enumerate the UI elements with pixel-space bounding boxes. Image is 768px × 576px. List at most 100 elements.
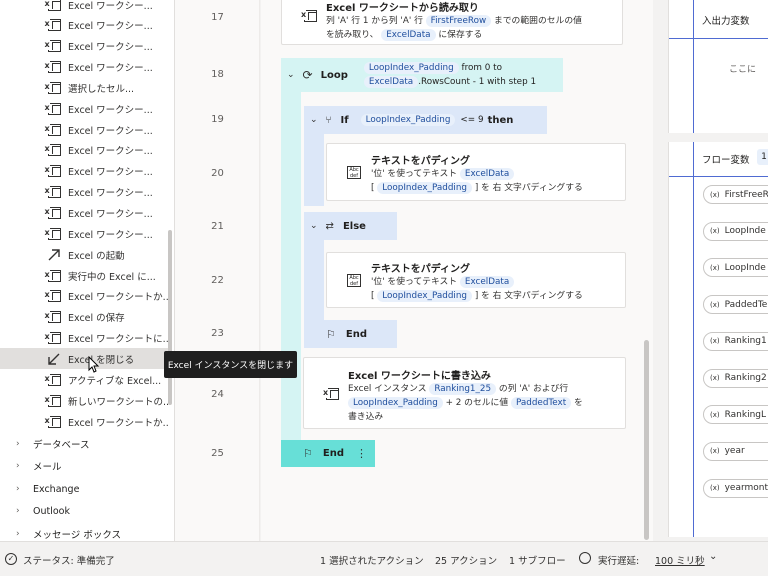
more-options-icon[interactable]: ⋮ bbox=[356, 447, 367, 460]
run-delay-value[interactable]: 100 ミリ秒 bbox=[655, 553, 705, 567]
flow-variable-item[interactable]: (x) LoopInde bbox=[703, 258, 768, 278]
action-title: Excel ワークシートから読み取り bbox=[326, 3, 479, 14]
action-item[interactable]: Excel ワークシートに... bbox=[0, 328, 168, 349]
flow-variable-item[interactable]: (x) Ranking1 bbox=[703, 331, 768, 351]
variable-icon: (x) bbox=[710, 374, 720, 382]
action-item[interactable]: Excel ワークシー... bbox=[0, 119, 168, 140]
flow-variable-item[interactable]: (x) Ranking2 bbox=[703, 368, 768, 388]
variable-icon: (x) bbox=[710, 300, 720, 309]
excel-icon bbox=[44, 394, 62, 408]
variable-token[interactable]: FirstFreeRow bbox=[425, 15, 492, 27]
io-variables-title: 入出力変数 bbox=[702, 16, 750, 27]
variable-token[interactable]: ExcelData bbox=[459, 276, 515, 288]
action-item[interactable]: Excel の起動 bbox=[0, 244, 168, 265]
group-database[interactable]: › データベース bbox=[16, 433, 90, 455]
actions-scrollbar[interactable] bbox=[168, 230, 172, 405]
end-keyword: End bbox=[322, 448, 344, 459]
variable-name: Ranking1 bbox=[724, 336, 767, 347]
action-text: '位' を使ってテキスト bbox=[371, 169, 458, 179]
launch-arrow-icon bbox=[46, 248, 62, 262]
action-item[interactable]: Excel ワークシー... bbox=[0, 15, 168, 36]
action-item[interactable]: Excel ワークシー... bbox=[0, 161, 168, 182]
action-item[interactable]: Excel ワークシー... bbox=[0, 203, 168, 224]
flow-variable-item[interactable]: (x) year bbox=[703, 441, 768, 461]
flow-variable-item[interactable]: (x) FirstFreeR bbox=[703, 185, 768, 204]
end-if-block[interactable]: ⚐ End bbox=[304, 320, 397, 348]
flow-variable-item[interactable]: (x) PaddedTe bbox=[703, 295, 768, 315]
group-exchange[interactable]: › Exchange bbox=[16, 478, 79, 500]
action-text: を読み取り、 bbox=[326, 30, 379, 40]
variable-name: Ranking2 bbox=[724, 373, 767, 383]
action-item[interactable]: Excel の保存 bbox=[0, 307, 168, 328]
action-text: に保存する bbox=[438, 30, 483, 40]
action-card-read-worksheet[interactable]: Excel ワークシートから読み取り 列 'A' 行 1 から列 'A' 行 F… bbox=[281, 0, 623, 45]
loop-block-header[interactable]: ⌄ ⟳ Loop LoopIndex_Padding from 0 to Exc… bbox=[281, 58, 563, 92]
group-mail[interactable]: › メール bbox=[16, 455, 62, 477]
action-item[interactable]: Excel ワークシー... bbox=[0, 98, 168, 119]
action-item[interactable]: アクティブな Excel... bbox=[0, 369, 168, 390]
variable-token[interactable]: LoopIndex_Padding bbox=[363, 62, 459, 74]
action-title: テキストをパディング bbox=[371, 264, 470, 275]
action-card-pad-text[interactable]: Abc def テキストをパディング '位' を使ってテキスト ExcelData… bbox=[326, 252, 626, 308]
variable-icon: (x) bbox=[710, 263, 720, 272]
chevron-right-icon: › bbox=[16, 506, 20, 516]
flow-variable-item[interactable]: (x) yearmont bbox=[703, 478, 768, 498]
pane-divider bbox=[669, 176, 768, 177]
pane-divider bbox=[669, 38, 768, 39]
group-outlook[interactable]: › Outlook bbox=[16, 500, 70, 522]
action-item[interactable]: Excel ワークシートか... bbox=[0, 286, 168, 307]
action-item[interactable]: 選択したセル... bbox=[0, 77, 168, 98]
variable-token[interactable]: ExcelData bbox=[363, 76, 419, 88]
action-item[interactable]: 実行中の Excel に... bbox=[0, 265, 168, 286]
excel-icon bbox=[44, 123, 62, 137]
variable-token[interactable]: LoopIndex_Padding bbox=[377, 290, 473, 302]
chevron-down-icon[interactable]: ⌄ bbox=[310, 115, 318, 125]
action-item[interactable]: Excel ワークシー... bbox=[0, 36, 168, 57]
excel-icon bbox=[44, 415, 62, 429]
action-item-label: Excel を閉じる bbox=[68, 354, 135, 366]
else-block-header[interactable]: ⌄ ⇄ Else bbox=[304, 212, 397, 240]
variable-token[interactable]: ExcelData bbox=[459, 168, 515, 180]
variable-token[interactable]: PaddedText bbox=[510, 397, 572, 409]
action-item[interactable]: Excel ワークシー... bbox=[0, 140, 168, 161]
excel-icon bbox=[44, 227, 62, 241]
if-block-header[interactable]: ⌄ ⑂ If LoopIndex_Padding <= 9 then bbox=[304, 106, 547, 134]
variable-icon: (x) bbox=[710, 447, 720, 456]
action-item[interactable]: Excel ワークシートか... bbox=[0, 411, 168, 432]
status-bar: ✓ ステータス: 準備完了 1 選択されたアクション 25 アクション 1 サブ… bbox=[0, 541, 768, 576]
action-item[interactable]: Excel ワークシー... bbox=[0, 182, 168, 203]
action-item-label: Excel ワークシー... bbox=[68, 209, 153, 220]
variable-token[interactable]: LoopIndex_Padding bbox=[377, 182, 473, 194]
action-text: [ bbox=[371, 183, 375, 193]
variable-icon: (x) bbox=[710, 227, 720, 236]
flow-variables-count-badge: 1 bbox=[757, 149, 768, 165]
action-item-label: Excel ワークシートに... bbox=[68, 334, 168, 346]
power-automate-window: { "actions_panel": { "items": [ {"label"… bbox=[0, 0, 768, 576]
flow-variable-item[interactable]: (x) LoopInde bbox=[703, 221, 768, 241]
end-loop-block[interactable]: ⚐ End ⋮ bbox=[281, 440, 375, 467]
action-item[interactable]: 新しいワークシートの... bbox=[0, 390, 168, 411]
excel-icon bbox=[44, 102, 62, 116]
action-item[interactable]: Excel ワークシー... bbox=[0, 0, 168, 15]
flow-variable-item[interactable]: (x) RankingL bbox=[703, 405, 768, 425]
variable-token[interactable]: ExcelData bbox=[381, 29, 436, 41]
group-message-box[interactable]: › メッセージ ボックス bbox=[16, 523, 121, 541]
canvas-scrollbar[interactable] bbox=[644, 340, 649, 540]
action-item[interactable]: Excel ワークシー... bbox=[0, 57, 168, 78]
action-card-write-worksheet[interactable]: Excel ワークシートに書き込み Excel インスタンス Ranking1_… bbox=[303, 357, 626, 429]
chevron-down-icon[interactable]: ⌄ bbox=[287, 70, 295, 80]
chevron-down-icon[interactable]: ⌄ bbox=[310, 221, 318, 231]
action-item-label: Excel ワークシー... bbox=[68, 167, 153, 179]
chevron-down-icon[interactable]: ⌄ bbox=[709, 551, 717, 562]
action-item[interactable]: Excel ワークシー... bbox=[0, 223, 168, 244]
action-item[interactable]: Excel を閉じる bbox=[0, 348, 168, 370]
loop-body-bar bbox=[281, 92, 301, 442]
action-card-pad-text[interactable]: Abc def テキストをパディング '位' を使ってテキスト ExcelData… bbox=[326, 143, 626, 201]
excel-icon bbox=[301, 10, 317, 22]
variable-token[interactable]: LoopIndex_Padding bbox=[348, 397, 443, 409]
variable-token[interactable]: Ranking1_25 bbox=[429, 383, 497, 395]
action-item-label: Excel の保存 bbox=[68, 313, 125, 325]
action-item-label: Excel ワークシー... bbox=[68, 188, 153, 200]
action-text: 書き込み bbox=[348, 412, 384, 422]
variable-token[interactable]: LoopIndex_Padding bbox=[360, 114, 456, 126]
